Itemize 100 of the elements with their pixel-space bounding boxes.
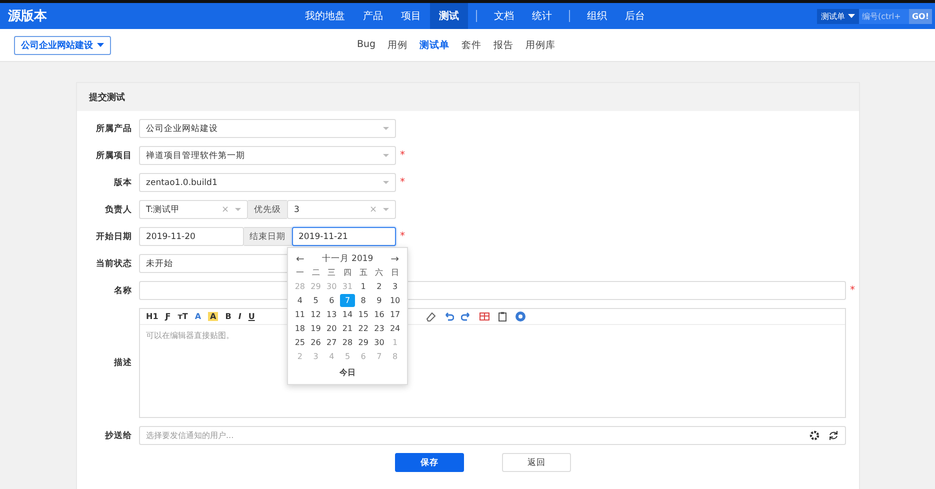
required-mark: * (400, 150, 405, 161)
field-label: 开始日期 (95, 230, 133, 242)
caret-icon (383, 180, 389, 184)
brand-title: 源版本 (8, 8, 48, 25)
caret-icon (235, 208, 241, 212)
calendar-day[interactable]: 27 (324, 336, 340, 349)
field-label: 所属产品 (95, 122, 133, 134)
caret-icon (97, 42, 104, 48)
date-field[interactable]: 2019-11-21 (292, 227, 396, 246)
today-button[interactable]: 今日 (340, 368, 356, 377)
subnav-tab[interactable]: 用例 (388, 38, 408, 52)
calendar-day[interactable]: 21 (340, 322, 356, 335)
back-button[interactable]: 返回 (502, 453, 571, 472)
calendar-day[interactable]: 3 (387, 280, 403, 293)
calendar-day[interactable]: 24 (387, 322, 403, 335)
calendar-day[interactable]: 25 (292, 336, 308, 349)
nav-tab[interactable]: 文档 (485, 3, 523, 29)
calendar-day[interactable]: 17 (387, 308, 403, 321)
subnav-tab[interactable]: 测试单 (420, 38, 450, 52)
eraser-icon[interactable] (424, 311, 436, 322)
nav-tab[interactable]: 组织 (578, 3, 616, 29)
toolbar-button[interactable]: A (208, 312, 218, 321)
calendar-day[interactable]: 19 (308, 322, 324, 335)
undo-icon[interactable] (442, 311, 454, 322)
select-field[interactable]: T:测试甲 × (139, 200, 248, 219)
editor-placeholder: 可以在编辑器直接贴图。 (146, 331, 234, 340)
field-label: 抄送给 (104, 430, 133, 442)
caret-icon (383, 154, 389, 158)
nav-tab[interactable]: 产品 (354, 3, 392, 29)
select-field[interactable]: 公司企业网站建设 (139, 119, 396, 138)
nav-tab[interactable]: 我的地盘 (296, 3, 354, 29)
calendar-day[interactable]: 8 (355, 294, 372, 307)
field-label: 负责人 (104, 204, 133, 216)
table-icon[interactable] (478, 311, 490, 322)
calendar-day[interactable]: 14 (340, 308, 356, 321)
toolbar-button[interactable]: Ƒ (165, 312, 171, 321)
caret-icon (383, 126, 389, 130)
calendar-day[interactable]: 5 (308, 294, 324, 307)
calendar-day[interactable]: 26 (308, 336, 324, 349)
calendar-day[interactable]: 20 (324, 322, 340, 335)
card-title: 提交测试 (89, 91, 125, 104)
next-month-button[interactable]: → (390, 254, 399, 264)
breadcrumb-dropdown[interactable]: 公司企业网站建设 (14, 36, 111, 54)
toolbar-button[interactable]: I (238, 312, 242, 321)
required-mark: * (850, 285, 855, 296)
field-label: 所属项目 (95, 150, 133, 162)
calendar-day[interactable]: 13 (324, 308, 340, 321)
month-title: 十一月 2019 (322, 253, 374, 265)
toolbar-button[interactable]: тT (178, 312, 188, 321)
calendar-day[interactable]: 9 (371, 294, 388, 307)
field-label: 版本 (113, 176, 133, 188)
calendar-day[interactable]: 23 (371, 322, 388, 335)
select-field[interactable]: zentao1.0.build1 (139, 173, 396, 192)
calendar-day[interactable]: 6 (324, 294, 340, 307)
calendar-day[interactable]: 1 (355, 280, 372, 293)
caret-icon (383, 208, 389, 212)
redo-icon[interactable] (460, 311, 472, 322)
search-field[interactable]: 编号(ctrl+ (858, 8, 909, 24)
subnav-tab[interactable]: 套件 (462, 38, 482, 52)
field-label: 描述 (112, 357, 133, 369)
calendar-day[interactable]: 2 (371, 280, 388, 293)
toolbar-button[interactable]: B (225, 312, 232, 321)
field-label: 当前状态 (95, 258, 133, 270)
refresh-icon[interactable] (828, 430, 839, 441)
required-mark: * (400, 177, 405, 188)
settings-icon[interactable] (809, 430, 820, 441)
calendar-day[interactable]: 16 (371, 308, 388, 321)
caret-icon (848, 14, 855, 18)
calendar-day[interactable]: 12 (308, 308, 324, 321)
prev-month-button[interactable]: ← (296, 254, 304, 264)
date-field[interactable]: 2019-11-20 (139, 227, 244, 246)
save-button[interactable]: 保存 (395, 453, 464, 472)
field-addon: 优先级 (248, 200, 287, 219)
calendar-day[interactable]: 28 (340, 336, 356, 349)
nav-tab[interactable]: 后台 (616, 3, 654, 29)
toolbar-button[interactable]: A (194, 312, 202, 321)
calendar-day[interactable]: 18 (292, 322, 308, 335)
subnav-tab[interactable]: Bug (357, 38, 376, 52)
nav-tab[interactable]: 统计 (523, 3, 561, 29)
nav-tab[interactable]: 项目 (392, 3, 430, 29)
nav-tab[interactable]: 测试 (430, 3, 468, 29)
search-type-dropdown[interactable]: 测试单 (816, 8, 859, 24)
calendar-day[interactable]: 10 (387, 294, 403, 307)
toolbar-button[interactable]: H1 (146, 312, 158, 321)
calendar-day[interactable]: 22 (355, 322, 372, 335)
required-mark: * (400, 231, 405, 242)
toolbar-button[interactable]: U (248, 312, 255, 321)
subnav-tab[interactable]: 报告 (494, 38, 514, 52)
calendar-day[interactable]: 29 (355, 336, 372, 349)
calendar-day[interactable]: 11 (292, 308, 308, 321)
help-icon[interactable] (514, 311, 526, 322)
select-field[interactable]: 禅道项目管理软件第一期 (139, 146, 396, 165)
select-field[interactable]: 3 × (287, 200, 396, 219)
field-label: 名称 (113, 284, 133, 296)
calendar-day[interactable]: 4 (292, 294, 308, 307)
calendar-day[interactable]: 30 (371, 336, 388, 349)
calendar-day[interactable]: 15 (355, 308, 372, 321)
paste-icon[interactable] (496, 311, 508, 322)
subnav-tab[interactable]: 用例库 (526, 38, 556, 52)
field-addon: 结束日期 (244, 227, 292, 246)
